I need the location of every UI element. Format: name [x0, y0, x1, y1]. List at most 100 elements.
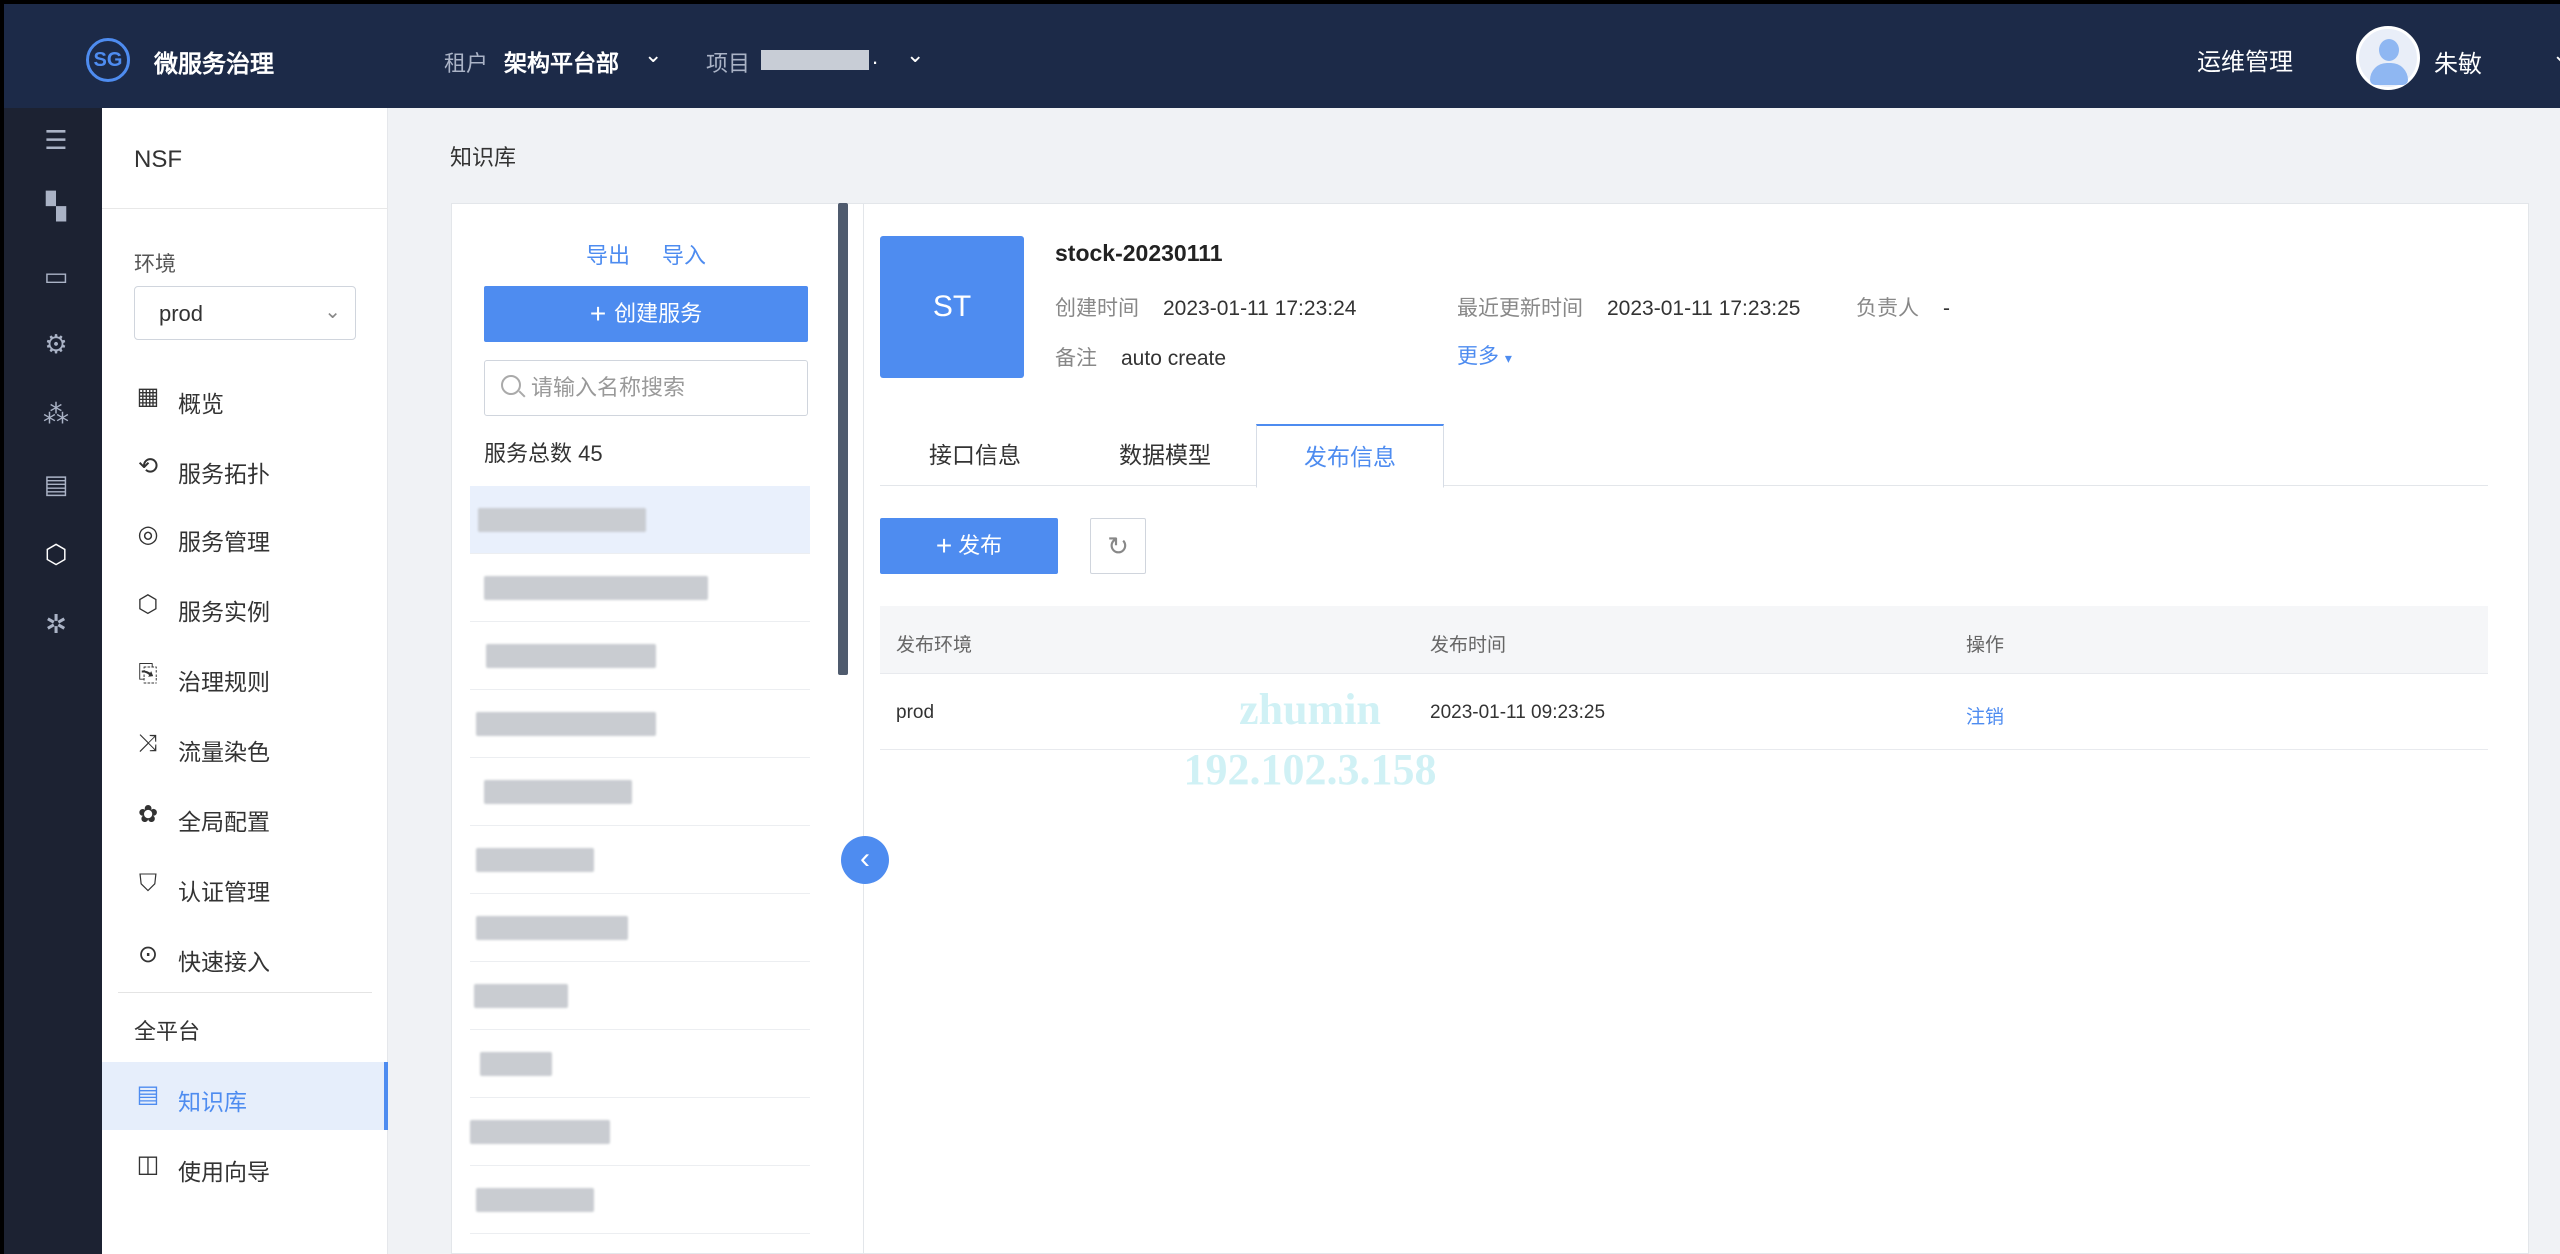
sidebar-item-label: 快速接入 [178, 949, 270, 975]
watermark-ip: 192.102.3.158 [1183, 745, 1437, 794]
redacted-service-name [480, 1052, 552, 1076]
sidebar-item-label: 服务拓扑 [178, 461, 270, 487]
menu-icon[interactable]: ☰ [40, 124, 72, 156]
import-link[interactable]: 导入 [662, 238, 706, 270]
sidebar-item-rules[interactable]: ⎘ 治理规则 [102, 642, 388, 710]
sidebar-item-auth[interactable]: ⛉ 认证管理 [102, 852, 388, 920]
redacted-service-name [484, 576, 708, 600]
cube-icon[interactable]: ⬡ [40, 538, 72, 570]
service-list-item[interactable] [470, 1166, 810, 1234]
project-suffix: . [872, 44, 879, 69]
sidebar-item-quick-access[interactable]: ⊙ 快速接入 [102, 922, 388, 990]
dashboard-icon[interactable]: ▚ [40, 190, 72, 222]
env-select[interactable]: prod ⌄ [134, 286, 356, 340]
user-avatar[interactable] [2356, 26, 2420, 90]
updated-time-key: 最近更新时间 [1457, 297, 1583, 320]
note-key: 备注 [1055, 347, 1097, 370]
service-list-item[interactable] [470, 486, 810, 554]
sub-sidebar: NSF 环境 prod ⌄ ▦ 概览 ⟲ 服务拓扑 ◎ 服务管理 ⬡ 服务实例 … [102, 108, 388, 1254]
redacted-service-name [470, 1120, 610, 1144]
ops-management-link[interactable]: 运维管理 [2197, 42, 2293, 77]
service-name: stock-20230111 [1055, 240, 1223, 266]
quick-access-icon: ⊙ [137, 941, 159, 968]
publish-label: 发布 [958, 533, 1003, 558]
user-chevron-down-icon[interactable]: ⌄ [2552, 42, 2560, 68]
more-dropdown[interactable]: 更多 ▾ [1457, 340, 1512, 370]
created-time-value: 2023-01-11 17:23:24 [1163, 297, 1357, 320]
sidebar-item-overview[interactable]: ▦ 概览 [102, 364, 388, 432]
caret-down-icon: ▾ [1504, 350, 1512, 366]
tenant-selector[interactable]: 架构平台部 [504, 44, 619, 78]
monitor-icon[interactable]: ▭ [40, 260, 72, 292]
sidebar-item-knowledge-base[interactable]: ▤ 知识库 [102, 1062, 388, 1130]
user-name[interactable]: 朱敏 [2434, 44, 2482, 79]
bug-icon[interactable]: ✲ [40, 608, 72, 640]
create-service-button[interactable]: + 创建服务 [484, 286, 808, 342]
tenant-chevron-down-icon[interactable]: ⌄ [644, 42, 662, 68]
owner-key: 负责人 [1856, 297, 1919, 320]
tab-publish-info[interactable]: 发布信息 [1256, 424, 1444, 488]
redacted-service-name [484, 780, 632, 804]
table-row: prod 2023-01-11 09:23:25 注销 [880, 674, 2488, 750]
service-search-box[interactable] [484, 360, 808, 416]
settings-screen-icon[interactable]: ⚙ [40, 328, 72, 360]
sidebar-item-topology[interactable]: ⟲ 服务拓扑 [102, 434, 388, 502]
service-list-item[interactable] [470, 894, 810, 962]
refresh-button[interactable]: ↻ [1090, 518, 1146, 574]
deregister-link[interactable]: 注销 [1966, 702, 2004, 729]
refresh-icon: ↻ [1107, 531, 1129, 561]
service-manage-icon: ◎ [137, 521, 159, 548]
list-scrollbar[interactable] [838, 203, 848, 675]
more-label: 更多 [1457, 345, 1499, 368]
global-config-icon: ✿ [137, 801, 159, 828]
owner-value: - [1943, 297, 1950, 320]
service-search-input[interactable] [531, 371, 791, 405]
service-list-item[interactable] [470, 1098, 810, 1166]
redacted-service-name [476, 848, 594, 872]
rule-icon: ⎘ [138, 660, 158, 687]
table-header: 发布环境 发布时间 操作 [880, 606, 2488, 674]
sidebar-item-label: 知识库 [178, 1089, 247, 1115]
service-list-item[interactable] [470, 622, 810, 690]
cluster-icon[interactable]: ⁂ [40, 398, 72, 430]
app-title[interactable]: 微服务治理 [154, 44, 274, 79]
sidebar-item-label: 治理规则 [178, 669, 270, 695]
sidebar-item-instance[interactable]: ⬡ 服务实例 [102, 572, 388, 640]
sidebar-item-traffic[interactable]: ⤨ 流量染色 [102, 712, 388, 780]
sidebar-item-label: 服务实例 [178, 599, 270, 625]
sidebar-item-global-config[interactable]: ✿ 全局配置 [102, 782, 388, 850]
chevron-left-icon: ‹ [860, 842, 870, 875]
project-name-redacted[interactable] [761, 50, 869, 70]
project-chevron-down-icon[interactable]: ⌄ [906, 42, 924, 68]
tab-data-model[interactable]: 数据模型 [1070, 424, 1260, 486]
service-list-item[interactable] [470, 758, 810, 826]
redacted-service-name [486, 644, 656, 668]
service-list-item[interactable] [470, 554, 810, 622]
panel-divider [863, 203, 864, 1254]
breadcrumb: 知识库 [450, 145, 517, 170]
tenant-label: 租户 [444, 51, 489, 76]
sidebar-item-guide[interactable]: ◫ 使用向导 [102, 1132, 388, 1200]
instance-icon: ⬡ [137, 591, 159, 618]
shield-icon: ⛉ [139, 870, 157, 897]
icon-rail: ☰ ▚ ▭ ⚙ ⁂ ▤ ⬡ ✲ [0, 108, 102, 1254]
create-service-label: 创建服务 [614, 301, 703, 326]
sidebar-item-label: 全局配置 [178, 809, 270, 835]
service-list-item[interactable] [470, 962, 810, 1030]
overview-icon: ▦ [136, 383, 160, 410]
sidebar-app-name: NSF [134, 146, 182, 173]
service-list-item[interactable] [470, 1030, 810, 1098]
publish-button[interactable]: + 发布 [880, 518, 1058, 574]
tab-interface-info[interactable]: 接口信息 [880, 424, 1070, 486]
env-select-value: prod [159, 301, 204, 326]
document-icon[interactable]: ▤ [40, 468, 72, 500]
redacted-service-name [474, 984, 568, 1008]
service-list-item[interactable] [470, 690, 810, 758]
sidebar-item-label: 概览 [178, 391, 224, 417]
search-icon [501, 375, 521, 395]
collapse-panel-button[interactable]: ‹ [841, 836, 889, 884]
service-list-item[interactable] [470, 826, 810, 894]
sidebar-item-service-manage[interactable]: ◎ 服务管理 [102, 502, 388, 570]
export-link[interactable]: 导出 [586, 238, 630, 270]
app-logo[interactable]: SG [86, 38, 130, 82]
